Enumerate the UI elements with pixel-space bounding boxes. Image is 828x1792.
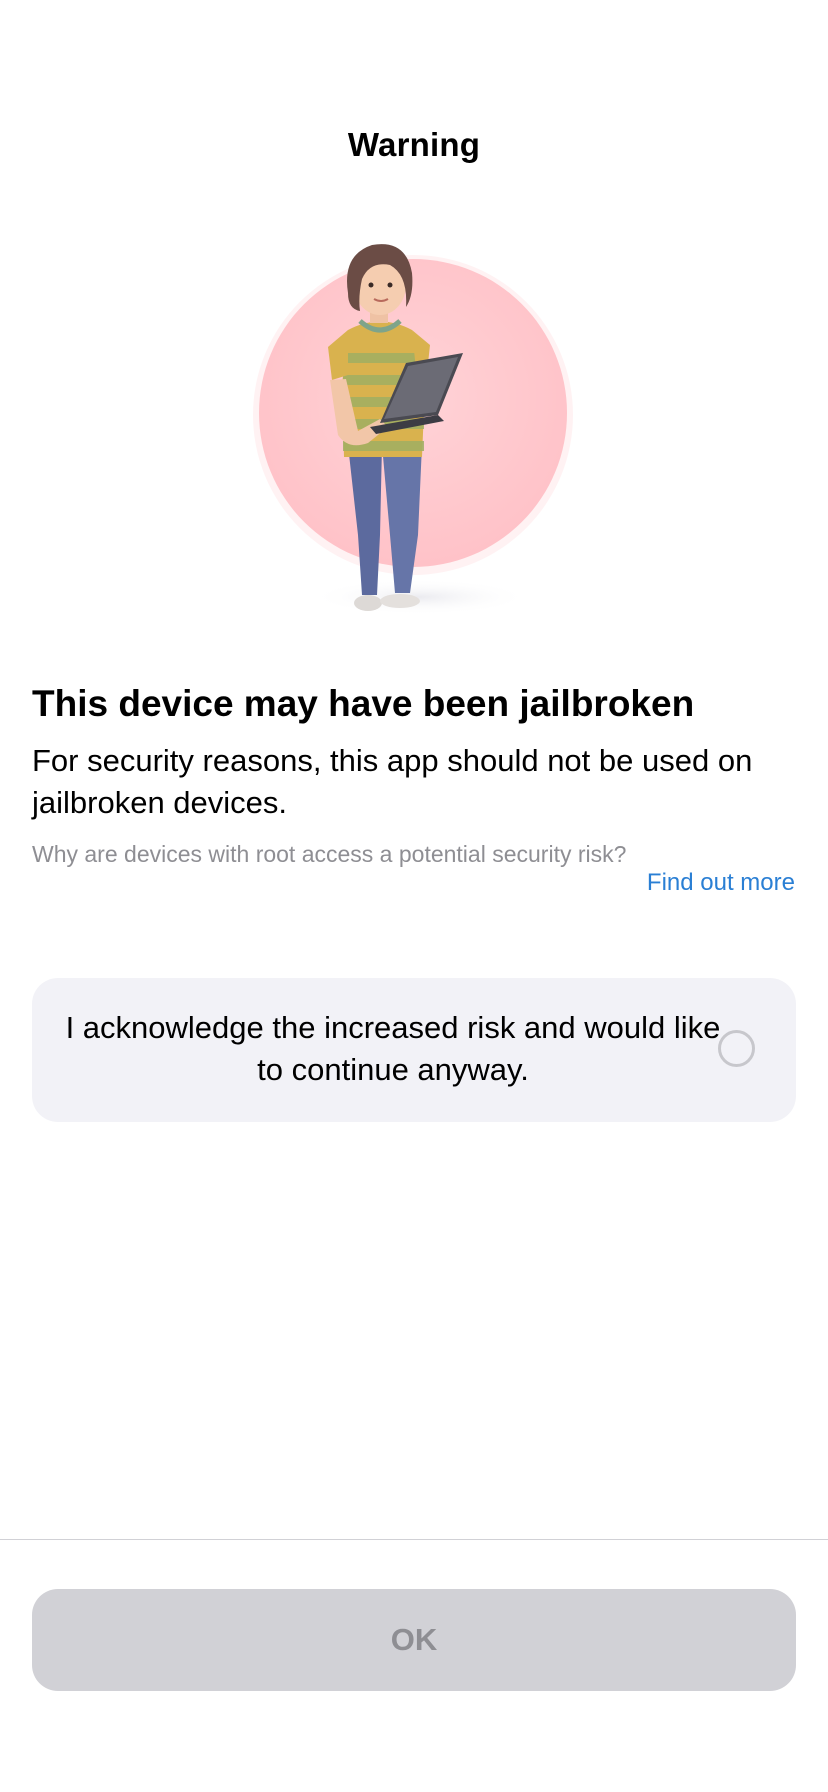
warning-description: For security reasons, this app should no… bbox=[32, 743, 753, 820]
find-out-more-link[interactable]: Find out more bbox=[647, 866, 795, 900]
acknowledge-radio-button[interactable] bbox=[718, 1030, 755, 1067]
footer-divider bbox=[0, 1539, 828, 1540]
ok-button[interactable]: OK bbox=[32, 1589, 796, 1691]
acknowledge-risk-label: I acknowledge the increased risk and wou… bbox=[65, 1010, 721, 1087]
page-title: Warning bbox=[347, 126, 481, 163]
woman-with-laptop-illustration bbox=[230, 235, 600, 635]
warning-headline: This device may have been jailbroken bbox=[32, 683, 695, 724]
acknowledge-risk-option[interactable]: I acknowledge the increased risk and wou… bbox=[32, 978, 796, 1122]
